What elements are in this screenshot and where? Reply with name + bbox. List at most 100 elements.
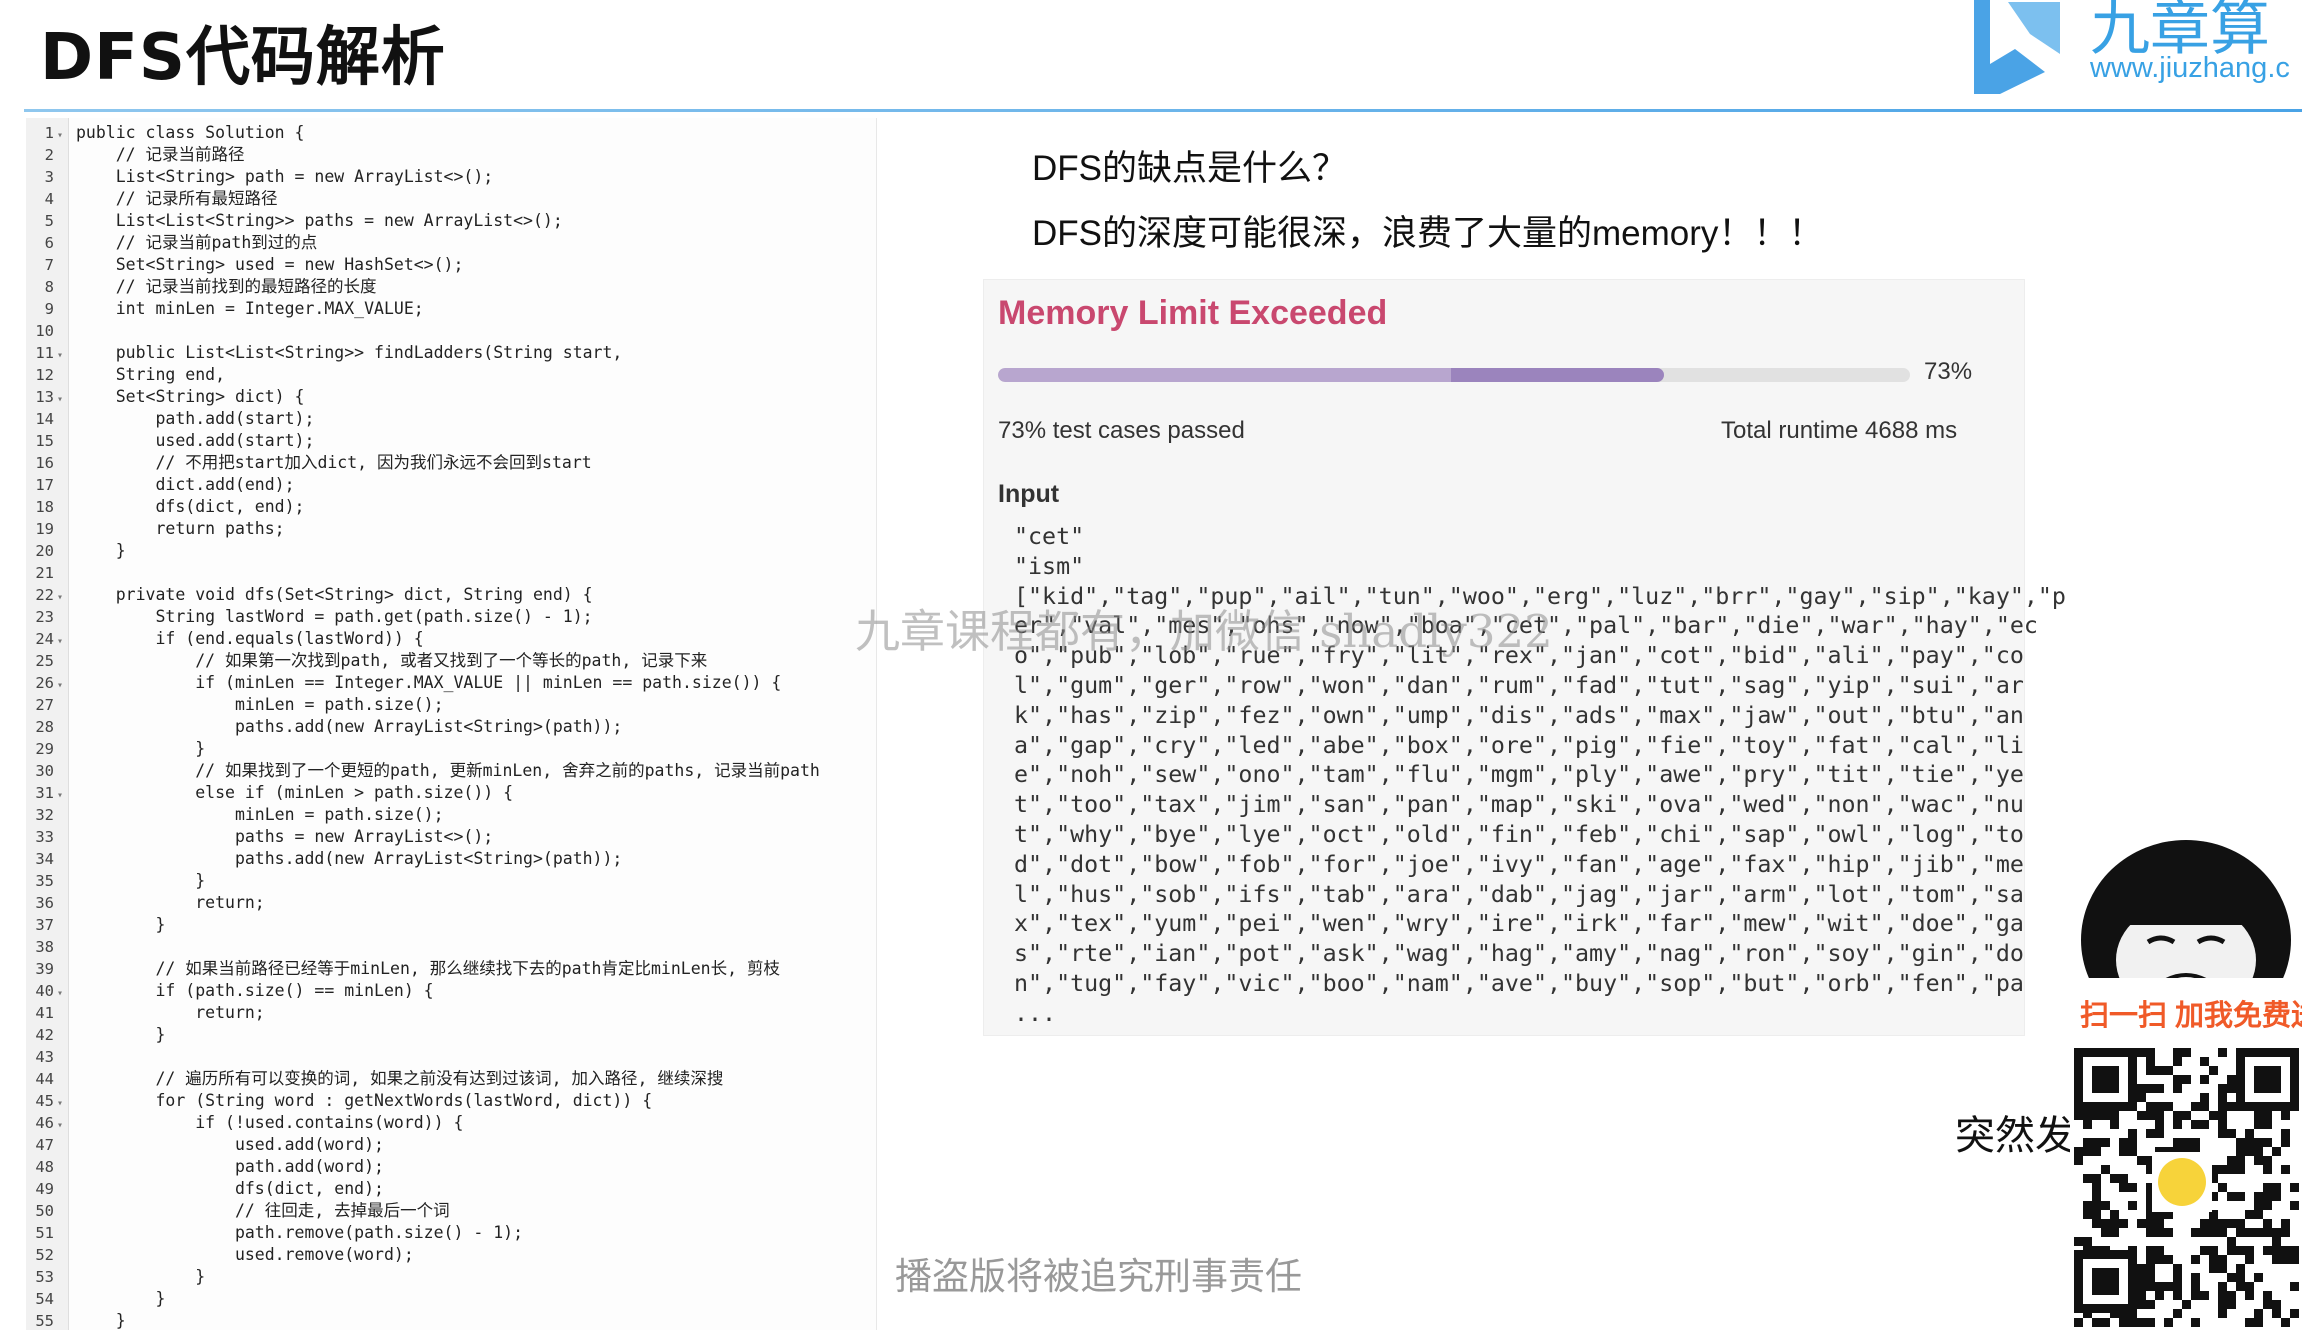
code-line: 46 ▾ if (!used.contains(word)) { xyxy=(26,1112,820,1134)
cases-passed-text: 73% test cases passed xyxy=(998,417,1245,444)
input-line: n","tug","fay","vic","boo","nam","ave","… xyxy=(1014,969,2024,997)
wechat-qr-code[interactable] xyxy=(2070,1044,2302,1330)
runtime-text: Total runtime 4688 ms xyxy=(1721,417,1958,444)
line-number: 9 xyxy=(44,300,54,318)
code-line: 3 List<String> path = new ArrayList<>(); xyxy=(26,166,820,188)
code-text: used.add(start); xyxy=(76,431,315,450)
code-text: path.add(word); xyxy=(76,1157,384,1176)
code-line: 37 } xyxy=(26,914,820,936)
code-line: 4 // 记录所有最短路径 xyxy=(26,188,820,210)
slide-title: DFS代码解析 xyxy=(40,21,446,95)
code-text: List<List<String>> paths = new ArrayList… xyxy=(76,211,563,230)
code-text: } xyxy=(76,915,166,934)
code-text: public List<List<String>> findLadders(St… xyxy=(76,343,623,362)
line-number: 38 xyxy=(35,938,54,956)
code-text: paths = new ArrayList<>(); xyxy=(76,827,494,846)
code-line: 7 Set<String> used = new HashSet<>(); xyxy=(26,254,820,276)
code-line: 6 // 记录当前path到过的点 xyxy=(26,232,820,254)
code-line: 11 ▾ public List<List<String>> findLadder… xyxy=(26,342,820,364)
line-number: 24 xyxy=(35,630,54,648)
code-line: 30 // 如果找到了一个更短的path, 更新minLen, 舍弃之前的pat… xyxy=(26,760,820,782)
scan-banner: 扫一扫 加我免费送 xyxy=(2062,978,2302,1044)
code-line: 18 dfs(dict, end); xyxy=(26,496,820,518)
code-text: // 记录当前找到的最短路径的长度 xyxy=(76,277,377,296)
line-number: 2 xyxy=(44,146,54,164)
line-number: 6 xyxy=(44,234,54,252)
code-text: paths.add(new ArrayList<String>(path)); xyxy=(76,849,623,868)
test-progress-fill xyxy=(998,368,1664,382)
progress-percent: 73% xyxy=(1924,358,1973,385)
input-line: s","rte","ian","pot","ask","wag","hag","… xyxy=(1014,940,2024,968)
code-line: 50 // 往回走, 去掉最后一个词 xyxy=(26,1200,820,1222)
code-text: return; xyxy=(76,1003,265,1022)
line-number: 18 xyxy=(35,498,54,516)
line-number: 50 xyxy=(35,1202,54,1220)
line-number: 48 xyxy=(35,1158,54,1176)
code-text: else if (minLen > path.size()) { xyxy=(76,783,514,802)
code-text: // 遍历所有可以变换的词, 如果之前没有达到过该词, 加入路径, 继续深搜 xyxy=(76,1069,724,1088)
code-line: 53 } xyxy=(26,1266,820,1288)
code-line: 43 xyxy=(26,1046,820,1068)
code-text: } xyxy=(76,871,206,890)
code-text: int minLen = Integer.MAX_VALUE; xyxy=(76,299,424,318)
code-text: // 往回走, 去掉最后一个词 xyxy=(76,1201,450,1220)
answer-text: DFS的深度可能很深，浪费了大量的memory！！！ xyxy=(1032,214,1824,253)
line-number: 7 xyxy=(44,256,54,274)
code-text: private void dfs(Set<String> dict, Strin… xyxy=(76,585,593,604)
line-number: 55 xyxy=(35,1312,54,1330)
code-text: path.add(start); xyxy=(76,409,315,428)
line-number: 27 xyxy=(35,696,54,714)
code-text: } xyxy=(76,1289,166,1308)
code-text: String lastWord = path.get(path.size() -… xyxy=(76,607,593,626)
line-number: 22 xyxy=(35,586,54,604)
code-line: 20 } xyxy=(26,540,820,562)
line-number: 5 xyxy=(44,212,54,230)
code-text: String end, xyxy=(76,365,226,384)
line-number: 45 xyxy=(35,1092,54,1110)
code-line: 16 // 不用把start加入dict, 因为我们永远不会回到start xyxy=(26,452,820,474)
line-number: 40 xyxy=(35,982,54,1000)
meme-face-sticker xyxy=(2036,830,2302,1000)
code-text: // 如果第一次找到path, 或者又找到了一个等长的path, 记录下来 xyxy=(76,651,708,670)
input-line: "cet" xyxy=(1014,523,1085,550)
code-line: 15 used.add(start); xyxy=(26,430,820,452)
code-line: 41 return; xyxy=(26,1002,820,1024)
line-number: 51 xyxy=(35,1224,54,1242)
line-number: 17 xyxy=(35,476,54,494)
input-line: t","too","tax","jim","san","pan","map","… xyxy=(1014,791,2024,819)
code-line: 34 paths.add(new ArrayList<String>(path)… xyxy=(26,848,820,870)
line-number: 19 xyxy=(35,520,54,538)
footer-copyright-notice: 播盗版将被追究刑事责任 xyxy=(895,1256,1302,1297)
code-text: } xyxy=(76,1025,166,1044)
code-line: 8 // 记录当前找到的最短路径的长度 xyxy=(26,276,820,298)
code-text: minLen = path.size(); xyxy=(76,805,444,824)
input-line: k","has","zip","fez","own","ump","dis","… xyxy=(1014,701,2024,729)
code-line: 33 paths = new ArrayList<>(); xyxy=(26,826,820,848)
scan-promo-text: 扫一扫 加我免费送 xyxy=(2080,1000,2302,1032)
line-number: 20 xyxy=(35,542,54,560)
input-line: "ism" xyxy=(1014,552,1085,580)
code-text: if (!used.contains(word)) { xyxy=(76,1113,464,1132)
code-line: 25 // 如果第一次找到path, 或者又找到了一个等长的path, 记录下来 xyxy=(26,650,820,672)
code-line: 45 ▾ for (String word : getNextWords(last… xyxy=(26,1090,820,1112)
qr-code-icon xyxy=(2074,1048,2299,1327)
code-line: 13 ▾ Set<String> dict) { xyxy=(26,386,820,408)
code-line: 2 // 记录当前路径 xyxy=(26,144,820,166)
code-text: // 记录所有最短路径 xyxy=(76,189,278,208)
result-status-title: Memory Limit Exceeded xyxy=(998,294,1388,332)
input-line: x","tex","yum","pei","wen","wry","ire","… xyxy=(1014,910,2024,938)
code-line: 29 } xyxy=(26,738,820,760)
code-text: public class Solution { xyxy=(76,123,305,142)
line-number: 34 xyxy=(35,850,54,868)
line-number: 15 xyxy=(35,432,54,450)
code-text: for (String word : getNextWords(lastWord… xyxy=(76,1091,653,1110)
code-text: used.remove(word); xyxy=(76,1245,414,1264)
code-line: 22 ▾ private void dfs(Set<String> dict, S… xyxy=(26,584,820,606)
line-number: 42 xyxy=(35,1026,54,1044)
code-text: // 如果当前路径已经等于minLen, 那么继续找下去的path肯定比minL… xyxy=(76,959,780,978)
line-number: 36 xyxy=(35,894,54,912)
code-text: used.add(word); xyxy=(76,1135,384,1154)
line-number: 21 xyxy=(35,564,54,582)
code-text: Set<String> dict) { xyxy=(76,387,305,406)
code-text: } xyxy=(76,541,126,560)
